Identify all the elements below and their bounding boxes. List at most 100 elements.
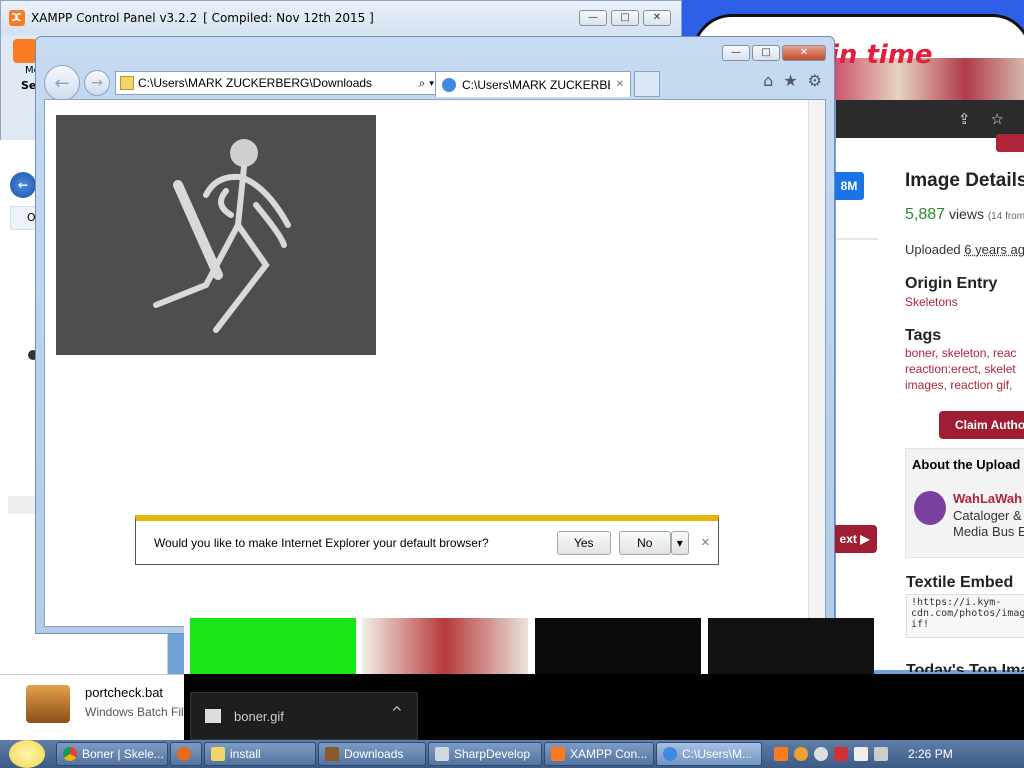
xampp-compiled: [ Compiled: Nov 12th 2015 ] [203, 11, 374, 25]
portcheck-type: Windows Batch Fil [85, 705, 184, 719]
xampp-minimize-button[interactable]: — [579, 10, 607, 26]
network-tray-icon[interactable] [854, 747, 868, 761]
default-browser-notification: Would you like to make Internet Explorer… [135, 515, 719, 565]
kym-browser-window: ⇪ ☆ 8M Image Details 5,887 views (14 fro… [832, 100, 1024, 672]
views-line: 5,887 views (14 from [905, 206, 1024, 224]
uploaded-line: Uploaded 6 years ag [905, 242, 1024, 257]
uploader-box: About the Upload WahLaWah Cataloger & Me… [905, 448, 1024, 558]
image-details-heading: Image Details [905, 170, 1024, 191]
related-gif-1[interactable] [190, 618, 356, 674]
origin-link[interactable]: Skeletons [905, 295, 958, 309]
vertical-scrollbar[interactable] [808, 100, 825, 626]
taskbar-item-install[interactable]: install [204, 742, 316, 766]
textile-line-3: if! [911, 619, 930, 630]
taskbar-item-firefox[interactable] [170, 742, 202, 766]
tags-heading: Tags [905, 327, 942, 344]
textile-embed-heading: Textile Embed [906, 574, 1014, 591]
chrome-toolbar: ⇪ ☆ [836, 100, 1024, 138]
volume-tray-icon[interactable] [874, 747, 888, 761]
taskbar-item-xampp[interactable]: XAMPP Con... [544, 742, 654, 766]
kym-top-red-button[interactable] [996, 134, 1024, 152]
views-from: (14 from [987, 211, 1024, 222]
taskbar-item-sharpdevelop[interactable]: SharpDevelop [428, 742, 542, 766]
back-icon[interactable]: ← [44, 65, 80, 101]
batch-file-icon [26, 685, 70, 723]
tools-icon[interactable]: ⚙ [808, 71, 822, 90]
size-button[interactable]: 8M [834, 172, 864, 200]
views-count: 5,887 [905, 206, 946, 223]
tags-line-3[interactable]: images, reaction gif, [905, 378, 1012, 392]
textile-embed-box[interactable]: !https://i.kym- cdn.com/photos/imag if! [906, 594, 1024, 638]
notification-question: Would you like to make Internet Explorer… [154, 535, 489, 550]
downloads-folder-icon [325, 747, 339, 761]
portcheck-file-item[interactable]: portcheck.bat Windows Batch Fil [0, 674, 184, 740]
start-button[interactable] [0, 740, 54, 768]
clock[interactable]: 2:26 PM [908, 747, 953, 761]
favorites-icon[interactable]: ★ [783, 71, 797, 90]
todays-top-heading: Today's Top Ima [906, 662, 1024, 672]
ie-icon [663, 747, 677, 761]
views-label: views [948, 206, 984, 222]
yes-button[interactable]: Yes [556, 530, 611, 555]
download-file-name: boner.gif [234, 709, 284, 724]
taskbar-item-ie[interactable]: C:\Users\M... [656, 742, 762, 766]
ie-tab-icon [442, 77, 456, 92]
taskbar-label: C:\Users\M... [682, 747, 753, 761]
tab-downloads[interactable]: C:\Users\MARK ZUCKERBE... ✕ [435, 71, 631, 97]
xampp-maximize-button[interactable]: □ [611, 10, 639, 26]
origin-heading: Origin Entry [905, 275, 998, 292]
taskbar-label: XAMPP Con... [570, 747, 648, 761]
related-gif-2[interactable] [362, 618, 528, 674]
xampp-tray-icon[interactable] [774, 747, 788, 761]
bookmark-star-icon[interactable]: ☆ [991, 110, 1004, 128]
address-dropdown-icon[interactable]: ▾ [429, 78, 434, 89]
smiley-tray-icon[interactable] [814, 747, 828, 761]
related-gif-3[interactable] [535, 618, 701, 674]
related-gif-4[interactable] [708, 618, 874, 674]
skeleton-gif-image [56, 115, 376, 355]
uploader-avatar[interactable] [914, 491, 946, 525]
ie-minimize-button[interactable]: — [722, 45, 750, 61]
taskbar-label: Boner | Skele... [82, 747, 164, 761]
system-tray [774, 747, 888, 761]
uploader-role-1: Cataloger & [953, 508, 1022, 523]
taskbar-item-chrome[interactable]: Boner | Skele... [56, 742, 168, 766]
taskbar-item-downloads[interactable]: Downloads [318, 742, 426, 766]
no-button[interactable]: No [618, 530, 671, 555]
ie-nav-buttons: ← → [44, 65, 110, 101]
explorer-back-icon[interactable]: ← [10, 172, 36, 198]
tags-line-1[interactable]: boner, skeleton, reac [905, 346, 1016, 360]
gif-file-icon [205, 709, 221, 723]
xampp-window-controls: — □ ✕ [579, 10, 671, 26]
tags-line-2[interactable]: reaction:erect, skelet [905, 362, 1016, 376]
claim-authorship-button[interactable]: Claim Autho [939, 411, 1024, 439]
taskbar-label: install [230, 747, 261, 761]
share-icon[interactable]: ⇪ [958, 110, 971, 128]
notification-close-icon[interactable]: ✕ [701, 536, 710, 549]
flag-tray-icon[interactable] [834, 747, 848, 761]
search-tray-icon[interactable] [794, 747, 808, 761]
uploader-name[interactable]: WahLaWah [953, 491, 1022, 506]
address-bar[interactable]: C:\Users\MARK ZUCKERBERG\Downloads ⌕ ▾ ↻… [115, 71, 467, 95]
uploader-role-2: Media Bus E [953, 524, 1024, 539]
ie-maximize-button[interactable]: □ [752, 45, 780, 61]
tab-title[interactable]: C:\Users\MARK ZUCKERBE... [462, 78, 610, 92]
new-tab-button[interactable] [634, 71, 660, 97]
search-icon[interactable]: ⌕ [419, 76, 426, 91]
download-item-boner-gif[interactable]: boner.gif ^ [190, 692, 418, 740]
forward-icon[interactable]: → [84, 70, 110, 96]
ie-close-button[interactable]: ✕ [782, 45, 826, 61]
address-text[interactable]: C:\Users\MARK ZUCKERBERG\Downloads [138, 76, 415, 90]
home-icon[interactable]: ⌂ [763, 71, 773, 90]
xampp-close-button[interactable]: ✕ [643, 10, 671, 26]
download-chevron-icon[interactable]: ^ [391, 705, 403, 721]
ie-window: — □ ✕ ← → C:\Users\MARK ZUCKERBERG\Downl… [35, 36, 835, 634]
next-button[interactable]: ext ▶ [832, 525, 877, 553]
no-dropdown-button[interactable]: ▾ [670, 530, 689, 555]
textile-line-2: cdn.com/photos/imag [911, 608, 1024, 619]
related-gifs-strip [184, 618, 874, 674]
tab-close-icon[interactable]: ✕ [616, 79, 624, 90]
ie-window-controls: — □ ✕ [722, 45, 826, 61]
textile-line-1: !https://i.kym- [911, 597, 1002, 608]
xampp-icon: ⵋ [9, 10, 25, 26]
